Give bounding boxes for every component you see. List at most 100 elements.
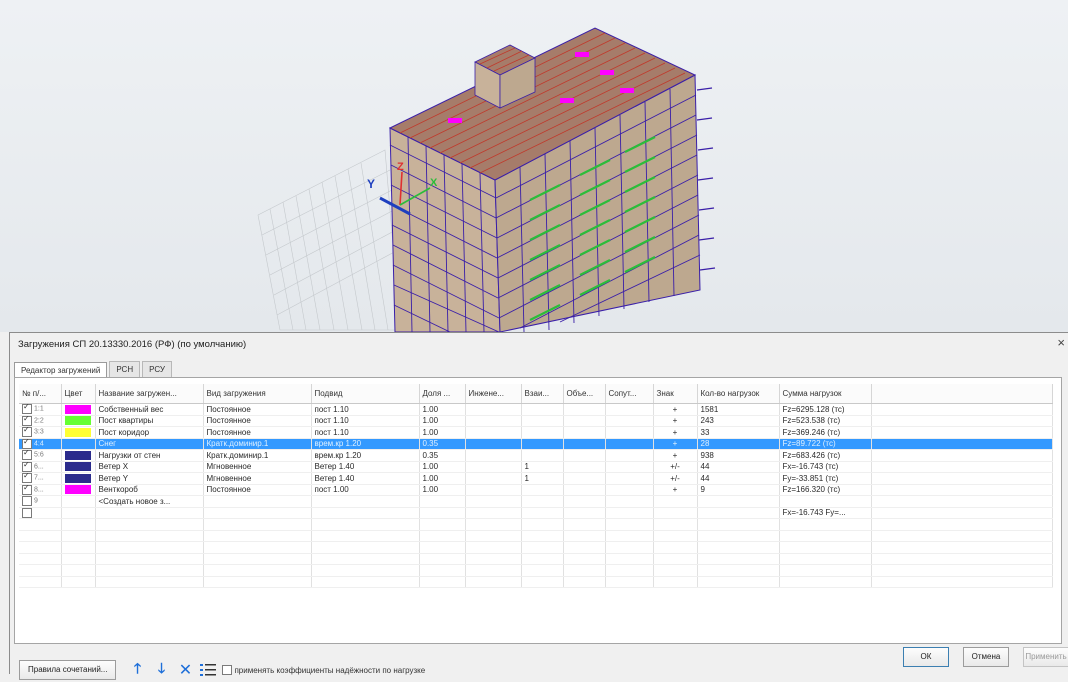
column-header[interactable]: Подвид	[311, 384, 420, 404]
cell-share[interactable]	[419, 541, 466, 554]
row-number-cell[interactable]: 2:2	[19, 415, 62, 427]
row-number-cell[interactable]	[19, 576, 62, 588]
cell-count[interactable]: 44	[697, 472, 780, 485]
cell-sum[interactable]	[779, 576, 872, 588]
cell-name[interactable]: Пост квартиры	[95, 415, 204, 427]
row-checkbox[interactable]	[22, 450, 32, 461]
cell-sop[interactable]	[605, 530, 654, 542]
cell-sum[interactable]: Fz=369.246 (тс)	[779, 426, 872, 439]
cell-sign[interactable]: +	[653, 438, 698, 450]
row-checkbox[interactable]	[22, 461, 32, 472]
cell-sum[interactable]: Fz=523.538 (тс)	[779, 415, 872, 427]
table-row[interactable]: 2:2 Пост квартирыПостоянноепост 1.101.00 +…	[19, 415, 1053, 427]
cell-ob[interactable]	[563, 553, 606, 565]
cell-share[interactable]: 1.00	[419, 484, 466, 496]
cell-sop[interactable]	[605, 438, 654, 450]
cell-ob[interactable]	[563, 461, 606, 473]
cell-sop[interactable]	[605, 495, 654, 508]
cell-subtype[interactable]: пост 1.10	[311, 403, 420, 416]
row-checkbox[interactable]	[22, 496, 32, 507]
cell-subtype[interactable]: врем.кр 1.20	[311, 438, 420, 450]
cell-eng[interactable]	[465, 415, 522, 427]
cell-eng[interactable]	[465, 449, 522, 462]
cell-sop[interactable]	[605, 461, 654, 473]
cell-ob[interactable]	[563, 415, 606, 427]
table-row[interactable]: 3:3 Пост коридорПостоянноепост 1.101.00 +3…	[19, 426, 1053, 439]
tab-rsu[interactable]: РСУ	[142, 361, 172, 377]
cell-count[interactable]	[697, 518, 780, 531]
cell-sign[interactable]: +	[653, 403, 698, 416]
cell-vz[interactable]	[521, 415, 564, 427]
cell-sum[interactable]: Fz=6295.128 (тс)	[779, 403, 872, 416]
cell-sum[interactable]	[779, 495, 872, 508]
cell-sop[interactable]	[605, 507, 654, 519]
cell-sop[interactable]	[605, 415, 654, 427]
cell-sum[interactable]: Fy=-33.851 (тс)	[779, 472, 872, 485]
row-number-cell[interactable]: 4:4	[19, 438, 62, 450]
cell-count[interactable]: 1581	[697, 403, 780, 416]
column-header[interactable]: Объе...	[563, 384, 606, 404]
cell-sign[interactable]	[653, 530, 698, 542]
cell-sum[interactable]: Fz=166.320 (тс)	[779, 484, 872, 496]
row-color-cell[interactable]	[61, 403, 96, 416]
reliability-option[interactable]: применять коэффициенты надёжности по наг…	[222, 665, 425, 675]
cell-count[interactable]: 938	[697, 449, 780, 462]
row-number-cell[interactable]	[19, 564, 62, 577]
row-number-cell[interactable]	[19, 518, 62, 531]
cell-name[interactable]	[95, 507, 204, 519]
row-checkbox[interactable]	[22, 507, 32, 518]
cell-sop[interactable]	[605, 541, 654, 554]
cell-ob[interactable]	[563, 484, 606, 496]
cell-ob[interactable]	[563, 518, 606, 531]
cell-eng[interactable]	[465, 472, 522, 485]
cell-share[interactable]: 1.00	[419, 472, 466, 485]
cell-type[interactable]: Мгновенное	[203, 461, 312, 473]
cell-eng[interactable]	[465, 576, 522, 588]
cell-subtype[interactable]: Ветер 1.40	[311, 461, 420, 473]
cell-sop[interactable]	[605, 518, 654, 531]
cell-name[interactable]	[95, 564, 204, 577]
cell-type[interactable]	[203, 564, 312, 577]
row-color-cell[interactable]	[61, 415, 96, 427]
cell-sop[interactable]	[605, 426, 654, 439]
cell-count[interactable]	[697, 576, 780, 588]
cell-subtype[interactable]: пост 1.10	[311, 415, 420, 427]
cell-sop[interactable]	[605, 564, 654, 577]
cell-sign[interactable]	[653, 576, 698, 588]
cell-count[interactable]	[697, 553, 780, 565]
row-number-cell[interactable]	[19, 541, 62, 554]
cell-subtype[interactable]: врем.кр 1.20	[311, 449, 420, 462]
cell-subtype[interactable]	[311, 553, 420, 565]
cell-sign[interactable]	[653, 564, 698, 577]
cell-vz[interactable]	[521, 518, 564, 531]
column-header[interactable]: Инжене...	[465, 384, 522, 404]
cell-vz[interactable]	[521, 426, 564, 439]
cell-share[interactable]	[419, 564, 466, 577]
cell-share[interactable]	[419, 495, 466, 508]
cell-count[interactable]	[697, 530, 780, 542]
cell-type[interactable]: Постоянное	[203, 484, 312, 496]
row-number-cell[interactable]: 3:3	[19, 426, 62, 439]
cell-name[interactable]	[95, 576, 204, 588]
row-color-cell[interactable]	[61, 472, 96, 485]
row-checkbox[interactable]	[22, 484, 32, 495]
cell-share[interactable]	[419, 518, 466, 531]
row-checkbox[interactable]	[22, 473, 32, 484]
cell-count[interactable]: 33	[697, 426, 780, 439]
cell-sign[interactable]: +	[653, 449, 698, 462]
cell-type[interactable]	[203, 495, 312, 508]
column-header[interactable]: Название загружен...	[95, 384, 204, 404]
cell-share[interactable]	[419, 576, 466, 588]
cell-eng[interactable]	[465, 461, 522, 473]
cell-vz[interactable]	[521, 530, 564, 542]
cell-sum[interactable]: Fx=-16.743 (тс)	[779, 461, 872, 473]
ok-button[interactable]: ОК	[903, 647, 949, 667]
cell-sop[interactable]	[605, 449, 654, 462]
row-color-cell[interactable]	[61, 426, 96, 439]
row-color-cell[interactable]	[61, 495, 96, 508]
cell-count[interactable]	[697, 495, 780, 508]
cell-ob[interactable]	[563, 564, 606, 577]
cell-subtype[interactable]	[311, 576, 420, 588]
cell-sum[interactable]	[779, 564, 872, 577]
cell-sum[interactable]: Fz=89.722 (тс)	[779, 438, 872, 450]
